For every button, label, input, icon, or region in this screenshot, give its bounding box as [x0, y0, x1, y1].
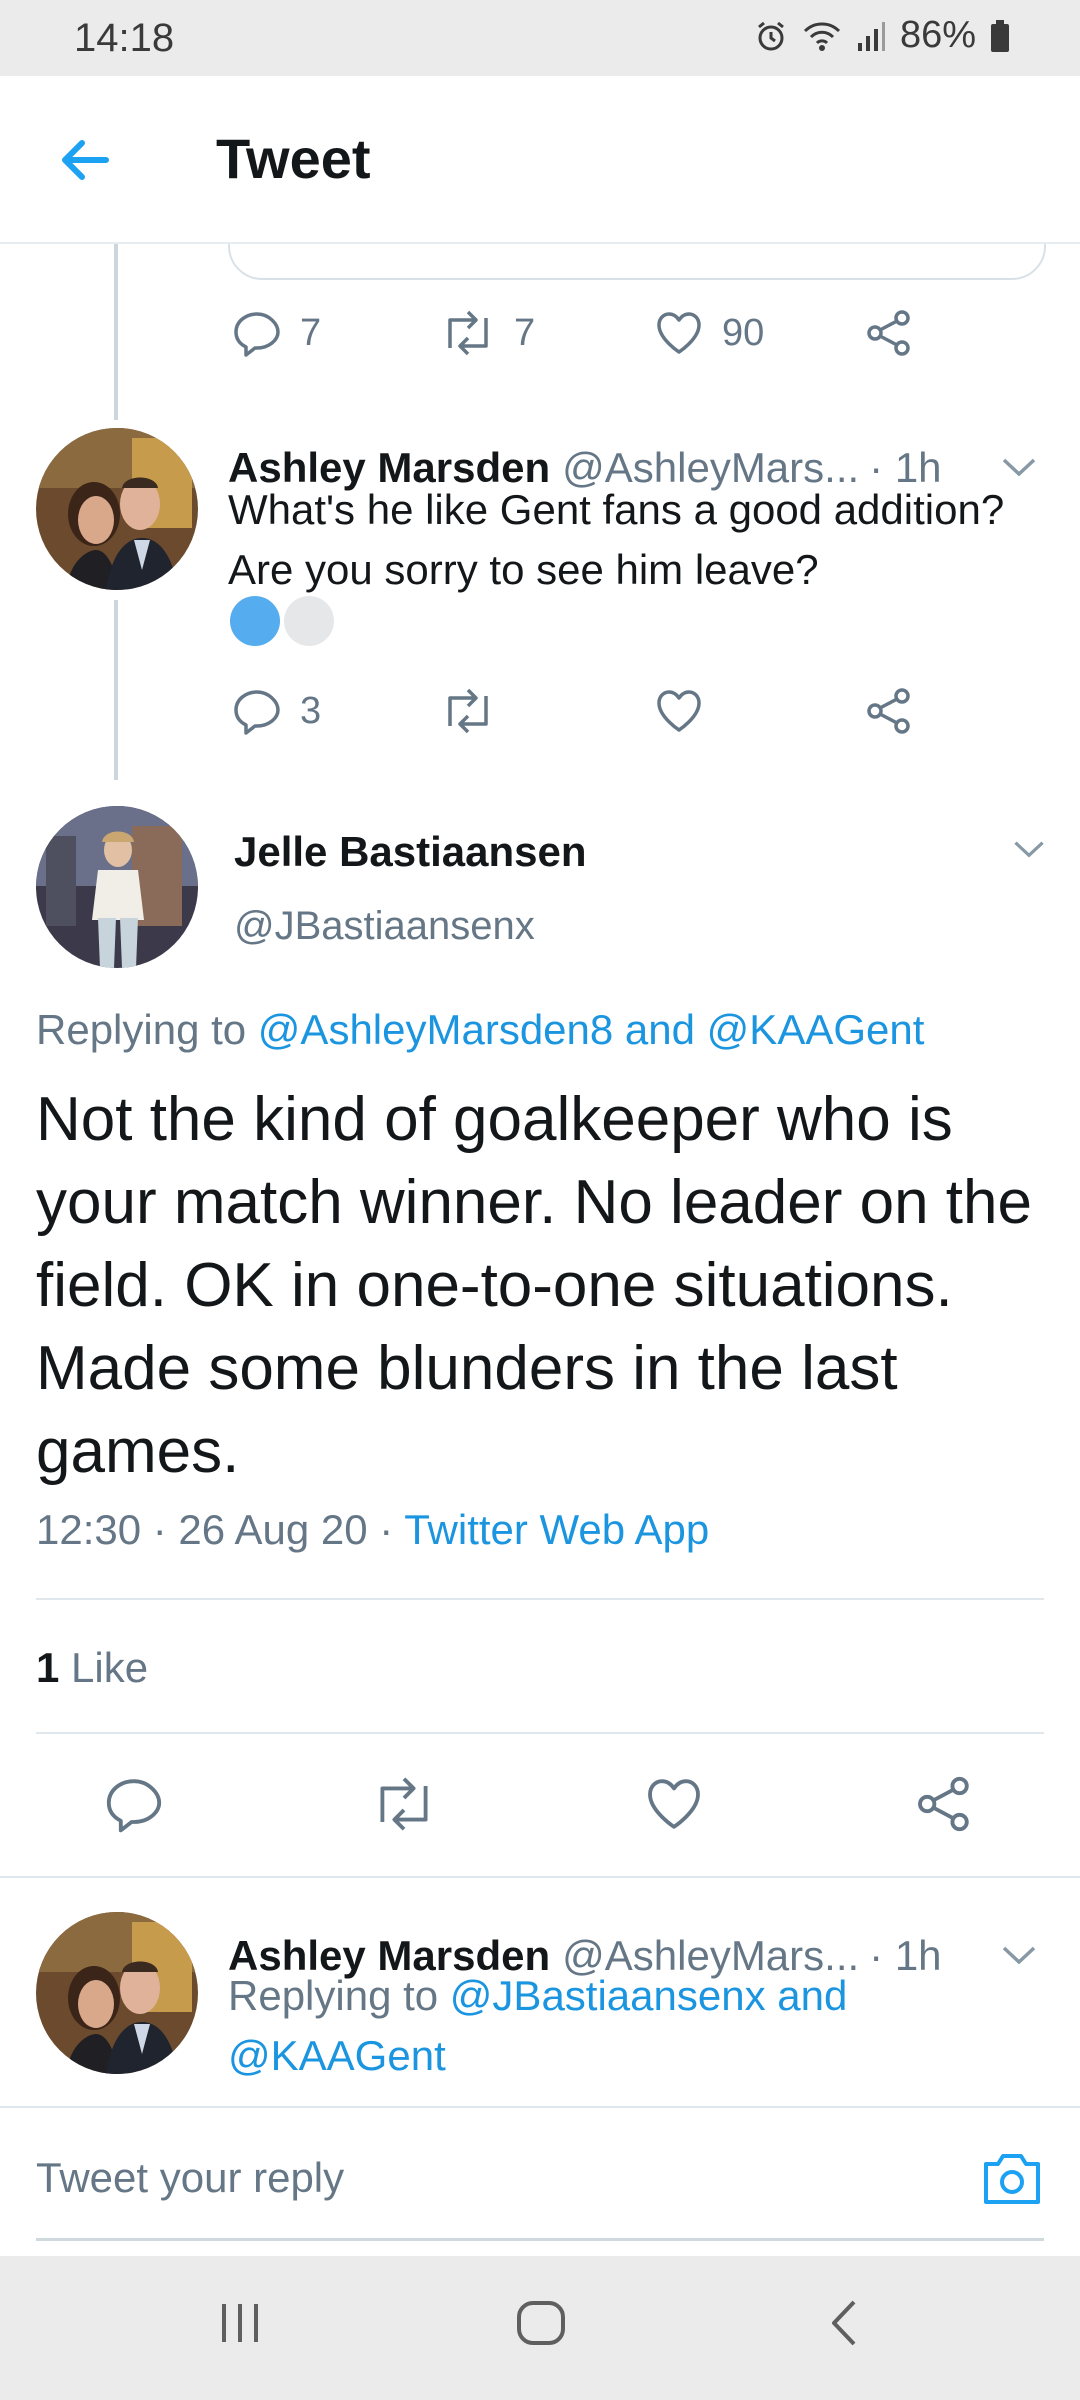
like-total: 1 — [36, 1644, 60, 1691]
share-icon — [867, 310, 910, 356]
retweet-button[interactable] — [440, 686, 654, 736]
thread-line — [114, 244, 118, 420]
tweet-text: What's he like Gent fans a good addition… — [228, 486, 1005, 593]
arrow-left-icon — [62, 140, 109, 180]
back-icon — [832, 2300, 856, 2346]
reply-count: 7 — [300, 311, 322, 354]
retweet-icon — [448, 310, 488, 356]
tweet-timestamp: 12:30 · 26 Aug 20 · — [36, 1506, 405, 1553]
heart-icon — [648, 1779, 700, 1829]
likes-summary[interactable]: 1 Like — [36, 1644, 148, 1692]
share-button[interactable] — [864, 686, 914, 736]
replying-to: Replying to @JBastiaansenx and @KAAGent — [228, 1966, 847, 2086]
tweet-thread[interactable]: 7 7 90 Ashley Marsden @AshleyMars... · 1… — [0, 244, 1080, 2106]
reply-composer: Tweet your reply — [0, 2106, 1080, 2256]
reply-button[interactable] — [104, 1774, 164, 1839]
replying-to-link[interactable]: @JBastiaansenx and — [450, 1972, 848, 2019]
battery-percent: 86% — [899, 14, 976, 56]
blue-circle-emoji — [230, 596, 280, 646]
retweet-icon — [448, 688, 488, 734]
home-icon — [517, 2301, 565, 2345]
replying-prefix: Replying to — [36, 1006, 247, 1053]
recent-apps-button[interactable] — [216, 2296, 266, 2355]
camera-button[interactable] — [980, 2150, 1044, 2213]
alarm-icon — [754, 19, 788, 53]
divider — [0, 1876, 1080, 1878]
retweet-count: 7 — [514, 311, 536, 354]
status-time: 14:18 — [74, 16, 175, 60]
avatar[interactable] — [36, 428, 198, 590]
tweet-text: Not the kind of goalkeeper who is your m… — [36, 1085, 1032, 1486]
top-app-bar: Tweet — [0, 76, 1080, 244]
signal-icon — [856, 19, 886, 53]
retweet-button[interactable] — [370, 1774, 438, 1839]
status-icons: 86% — [754, 14, 1010, 57]
replying-to-link[interactable]: @KAAGent — [228, 2032, 446, 2079]
thread-line — [114, 600, 118, 780]
share-button[interactable] — [914, 1774, 974, 1839]
tweet-time: · 1h — [869, 1932, 942, 1979]
reply-input[interactable]: Tweet your reply — [36, 2154, 344, 2202]
white-circle-emoji — [284, 596, 334, 646]
page-title: Tweet — [216, 127, 371, 190]
main-tweet-actions — [0, 1774, 1080, 1854]
heart-icon — [657, 312, 701, 354]
avatar-photo — [36, 806, 198, 968]
reply-icon — [234, 690, 280, 735]
like-button[interactable] — [644, 1774, 704, 1839]
divider — [36, 1732, 1044, 1734]
embedded-card[interactable] — [228, 244, 1046, 280]
like-button[interactable] — [654, 686, 864, 736]
wifi-icon — [802, 19, 842, 53]
tweet-meta: 12:30 · 26 Aug 20 · Twitter Web App — [36, 1506, 709, 1554]
share-icon — [918, 1776, 969, 1832]
avatar[interactable] — [36, 1912, 198, 2074]
reply-count: 3 — [300, 689, 322, 732]
recent-apps-icon — [222, 2304, 258, 2342]
camera-icon — [984, 2154, 1040, 2204]
author-name[interactable]: Jelle Bastiaansen — [234, 828, 587, 876]
reply-button[interactable]: 7 — [232, 308, 440, 358]
back-button[interactable] — [46, 122, 122, 198]
reply-button[interactable]: 3 — [232, 686, 440, 736]
chevron-down-icon — [1014, 841, 1044, 858]
battery-icon — [990, 19, 1010, 53]
like-count: 90 — [722, 311, 765, 354]
like-button[interactable]: 90 — [654, 308, 864, 358]
reply-icon — [234, 312, 280, 357]
status-bar: 14:18 86% — [0, 0, 1080, 76]
more-options-button[interactable] — [998, 1934, 1040, 1981]
replying-to: Replying to @AshleyMarsden8 and @KAAGent — [36, 1006, 924, 1054]
more-options-button[interactable] — [1010, 830, 1048, 873]
author-handle[interactable]: @JBastiaansenx — [234, 904, 535, 949]
divider — [36, 1598, 1044, 1600]
share-button[interactable] — [864, 308, 914, 358]
emoji-row — [230, 596, 334, 646]
retweet-icon — [380, 1777, 428, 1831]
retweet-button[interactable]: 7 — [440, 308, 654, 358]
replying-to-link[interactable]: @AshleyMarsden8 and @KAAGent — [258, 1006, 925, 1053]
replying-prefix: Replying to — [228, 1972, 439, 2019]
chevron-down-icon — [1002, 1946, 1036, 1965]
heart-icon — [657, 690, 701, 732]
input-underline — [36, 2238, 1044, 2241]
nav-back-button[interactable] — [822, 2296, 866, 2355]
avatar-photo — [36, 428, 198, 590]
like-label: Like — [71, 1644, 149, 1691]
reply-1-actions: 3 — [232, 686, 914, 736]
avatar[interactable] — [36, 806, 198, 968]
reply-icon — [106, 1779, 162, 1833]
prev-tweet-actions: 7 7 90 — [232, 308, 914, 358]
share-icon — [867, 688, 910, 734]
tweet-source-link[interactable]: Twitter Web App — [404, 1506, 709, 1553]
system-nav-bar — [0, 2256, 1080, 2400]
avatar-photo — [36, 1912, 198, 2074]
home-button[interactable] — [514, 2296, 568, 2355]
